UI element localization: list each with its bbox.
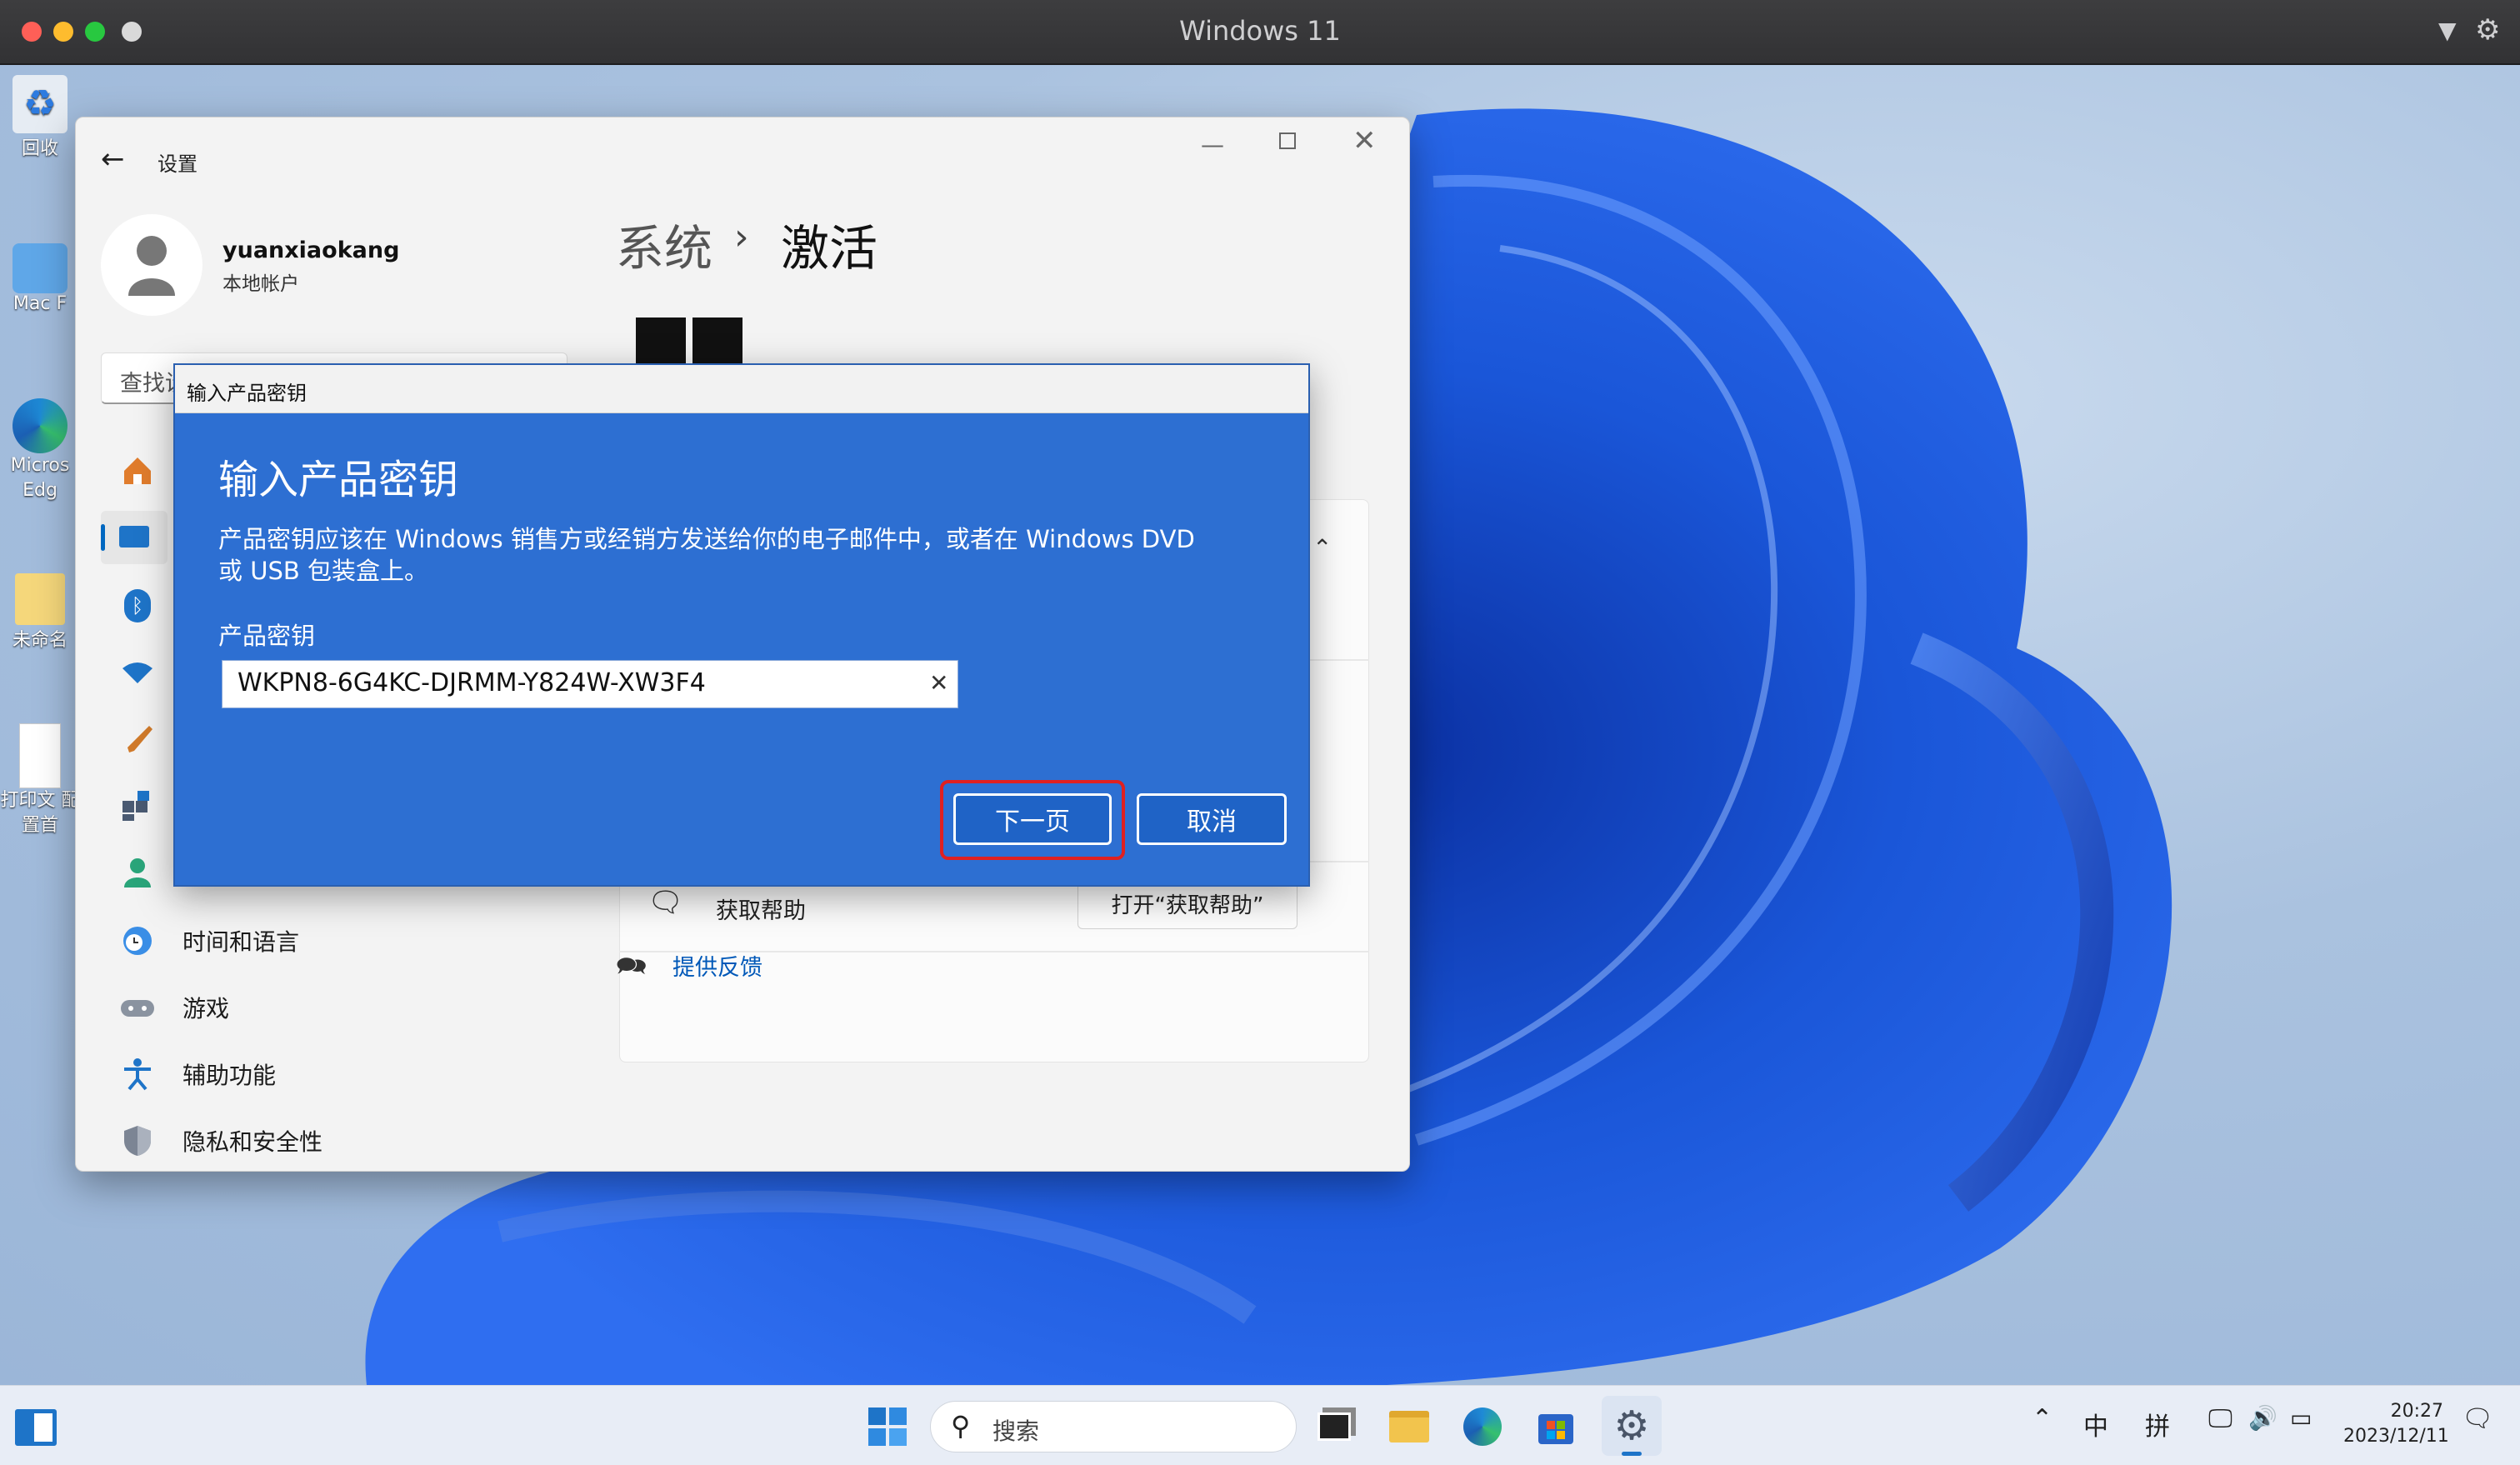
dialog-description: 或 USB 包装盒上。 <box>218 557 428 585</box>
windows-logo-tile <box>636 318 686 368</box>
dialog-description: 产品密钥应该在 Windows 销售方或经销方发送给你的电子邮件中，或者在 Wi… <box>218 525 1195 553</box>
monitor-icon <box>119 526 149 548</box>
windows-logo-tile <box>692 318 742 368</box>
accessibility-icon <box>112 1058 162 1091</box>
ime-mode[interactable]: 拼 <box>2145 1406 2170 1442</box>
nav-label: 隐私和安全性 <box>182 1128 323 1156</box>
product-key-value: WKPN8-6G4KC-DJRMM-Y824W-XW3F4 <box>238 668 706 698</box>
nav-label: 时间和语言 <box>182 928 300 956</box>
chevron-up-icon[interactable]: ⌃ <box>1312 534 1332 562</box>
document-icon <box>19 723 61 788</box>
back-arrow-icon[interactable]: ← <box>101 142 125 176</box>
desktop-icon-label: 回收 <box>21 138 58 159</box>
notification-icon[interactable]: 🗨 <box>2462 1404 2493 1433</box>
help-chat-icon: 🗨 <box>648 886 684 919</box>
product-key-label: 产品密钥 <box>218 622 316 650</box>
nav-item-system-selected[interactable] <box>101 511 168 564</box>
product-key-dialog: 输入产品密钥 输入产品密钥 产品密钥应该在 Windows 销售方或经销方发送给… <box>173 363 1310 887</box>
minimize-button[interactable]: — <box>1201 131 1224 158</box>
start-icon[interactable] <box>865 1404 910 1449</box>
folder-icon <box>12 243 68 293</box>
account-type: 本地帐户 <box>222 273 299 295</box>
taskbar-search[interactable]: ⚲ 搜索 <box>930 1401 1297 1452</box>
settings-app-icon[interactable]: ⚙ <box>1602 1396 1662 1456</box>
gear-icon[interactable]: ⚙ <box>2475 13 2500 47</box>
person-icon <box>112 856 162 889</box>
folder-icon <box>15 573 65 625</box>
edge-icon[interactable] <box>1460 1404 1505 1449</box>
page-title: 激活 <box>781 220 878 277</box>
file-explorer-icon[interactable] <box>1387 1404 1432 1449</box>
store-icon[interactable] <box>1533 1404 1578 1449</box>
dialog-titlebar: 输入产品密钥 <box>175 365 1308 413</box>
network-icon[interactable]: 🖵 <box>2208 1404 2232 1433</box>
bluetooth-icon: ᛒ <box>112 589 162 622</box>
dialog-heading: 输入产品密钥 <box>218 457 459 503</box>
widgets-icon[interactable] <box>15 1409 57 1446</box>
dropdown-triangle-icon[interactable]: ▼ <box>2438 17 2457 44</box>
help-label: 获取帮助 <box>716 898 806 924</box>
gear-icon: ⚙ <box>1613 1402 1650 1449</box>
nav-label: 游戏 <box>182 995 230 1022</box>
user-icon <box>128 236 175 296</box>
clock-globe-icon <box>112 924 162 958</box>
next-button[interactable]: 下一页 <box>953 793 1112 845</box>
breadcrumb-separator: › <box>734 216 749 258</box>
window-title: 设置 <box>158 152 198 176</box>
edge-icon <box>12 398 68 453</box>
breadcrumb-parent[interactable]: 系统 <box>616 209 712 279</box>
feedback-icon: 🗪 <box>616 952 648 981</box>
avatar[interactable] <box>101 214 202 316</box>
apps-icon <box>112 789 162 822</box>
clear-icon[interactable]: ✕ <box>929 669 948 697</box>
gamepad-icon <box>112 995 162 1020</box>
nav-item-gaming[interactable]: 游戏 <box>112 981 579 1034</box>
task-view-icon[interactable] <box>1312 1404 1357 1449</box>
desktop-icon-label: Mac F <box>12 293 68 314</box>
desktop-icon-label: 未命名 <box>12 630 68 651</box>
nav-item-time-language[interactable]: 时间和语言 <box>112 914 579 968</box>
recycle-bin-icon: ♻ <box>12 75 68 133</box>
desktop-icon-label: 打印文 配置首 <box>0 790 80 836</box>
feedback-link[interactable]: 提供反馈 <box>672 949 762 982</box>
selection-indicator <box>101 524 105 551</box>
time: 20:27 <box>2390 1401 2443 1422</box>
maximize-button[interactable] <box>1279 132 1296 149</box>
host-titlebar: Windows 11 ▼ ⚙ <box>0 0 2520 65</box>
clock[interactable]: 20:27 2023/12/11 <box>2343 1399 2449 1449</box>
nav-item-privacy[interactable]: 隐私和安全性 <box>112 1114 579 1168</box>
brush-icon <box>112 722 162 756</box>
tray-chevron-up-icon[interactable]: ⌃ <box>2032 1404 2052 1433</box>
user-name: yuanxiaokang <box>222 238 400 263</box>
desktop-icon-edge[interactable]: Micros Edg <box>0 398 80 503</box>
desktop-icon-print-doc[interactable]: 打印文 配置首 <box>0 723 80 838</box>
home-icon <box>112 454 162 488</box>
search-placeholder: 搜索 <box>992 1418 1040 1445</box>
volume-icon[interactable]: 🔊 <box>2248 1404 2278 1432</box>
ime-language[interactable]: 中 <box>2083 1406 2108 1442</box>
nav-label: 辅助功能 <box>182 1062 277 1089</box>
desktop-icon-label: Micros Edg <box>10 455 70 501</box>
taskbar: ⚲ 搜索 ⚙ ⌃ 中 拼 🖵 🔊 ▭ 20:27 2023/12/11 🗨 <box>0 1385 2520 1465</box>
desktop-icon-mac-files[interactable]: Mac F <box>0 243 80 314</box>
search-icon: ⚲ <box>951 1410 971 1442</box>
desktop-icon-untitled[interactable]: 未命名 <box>0 573 80 652</box>
nav-item-accessibility[interactable]: 辅助功能 <box>112 1048 579 1101</box>
shield-icon <box>112 1124 162 1158</box>
product-key-input[interactable]: WKPN8-6G4KC-DJRMM-Y824W-XW3F4 ✕ <box>222 660 958 708</box>
desktop-icon-recycle-bin[interactable]: ♻ 回收 <box>0 75 80 160</box>
close-button[interactable]: ✕ <box>1352 124 1377 158</box>
wifi-icon <box>112 660 162 685</box>
battery-icon[interactable]: ▭ <box>2290 1404 2312 1432</box>
host-window-title: Windows 11 <box>1179 15 1341 47</box>
cancel-button[interactable]: 取消 <box>1137 793 1287 845</box>
date: 2023/12/11 <box>2343 1426 2449 1447</box>
